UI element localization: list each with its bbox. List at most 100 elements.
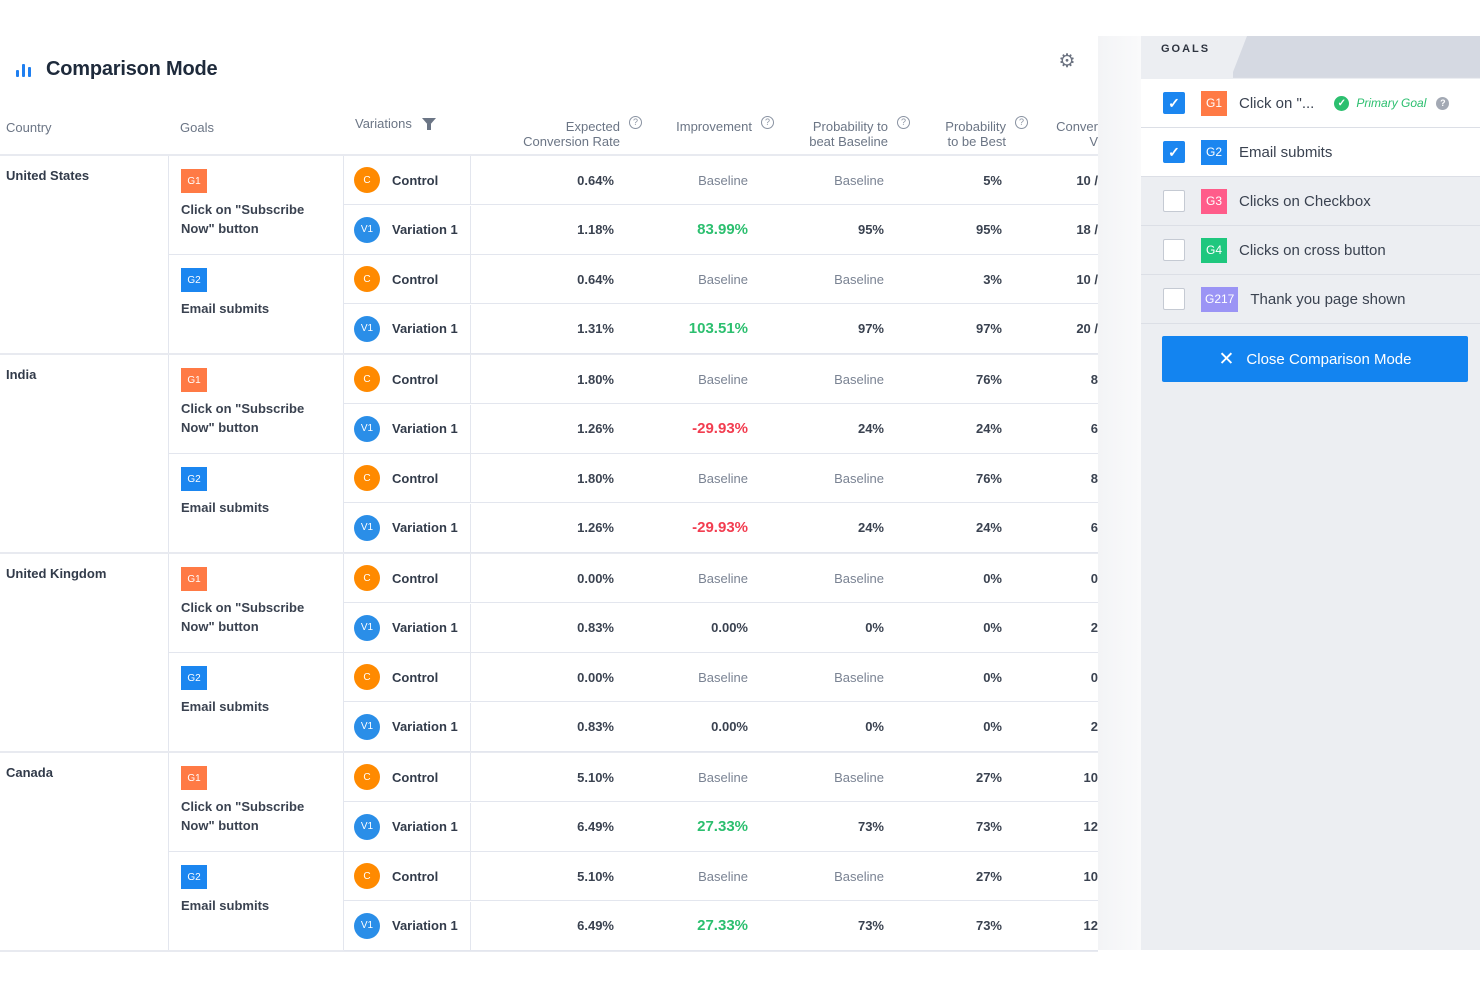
panel-goal-item[interactable]: G3 Clicks on Checkbox	[1141, 177, 1480, 226]
table-row[interactable]: C Control 1.80% Baseline Baseline 76% 8	[344, 355, 1098, 404]
table-row[interactable]: V1 Variation 1 1.26% -29.93% 24% 24% 6	[344, 404, 1098, 454]
improvement-value: 0.00%	[711, 620, 748, 635]
variation-badge: V1	[354, 315, 380, 342]
variation-name: Variation 1	[392, 222, 458, 237]
improvement-value: -29.93%	[692, 420, 748, 437]
column-header-prob-best: Probability to be Best ?	[910, 100, 1028, 154]
control-badge: C	[354, 366, 380, 392]
expected-conversion-rate: 1.80%	[577, 371, 614, 387]
filter-icon[interactable]	[421, 118, 436, 130]
control-badge: C	[354, 465, 380, 491]
help-icon[interactable]: ?	[761, 116, 774, 129]
prob-beat-baseline: 73%	[857, 918, 884, 933]
goal-name: Click on "Subscribe Now" button	[181, 202, 305, 236]
close-comparison-mode-button[interactable]: ✕ Close Comparison Mode	[1162, 336, 1468, 382]
variation-cell: C Control	[344, 454, 471, 502]
goal-badge: G1	[1201, 90, 1227, 116]
goal-badge: G1	[181, 567, 207, 591]
country-name: Canada	[6, 765, 53, 780]
prob-beat-baseline: Baseline	[834, 570, 884, 586]
prob-best: 27%	[975, 868, 1002, 884]
prob-best: 76%	[975, 371, 1002, 387]
gear-icon[interactable]: ⚙	[1057, 52, 1077, 72]
prob-beat-baseline: 24%	[857, 520, 884, 535]
help-icon[interactable]: ?	[897, 116, 910, 129]
expected-conversion-rate: 0.83%	[577, 620, 614, 635]
expected-conversion-rate: 0.64%	[577, 271, 614, 287]
table-row[interactable]: V1 Variation 1 6.49% 27.33% 73% 73% 12	[344, 901, 1098, 951]
panel-goal-item[interactable]: ✓ G1 Click on "... ✓ Primary Goal ?	[1141, 79, 1480, 128]
column-header-variations: Variations	[355, 96, 475, 150]
comparison-main: Comparison Mode ⚙ Country Goals Variatio…	[0, 0, 1098, 987]
column-header-improvement: Improvement ?	[640, 100, 774, 154]
goal-checkbox[interactable]	[1163, 239, 1185, 261]
goal-name: Click on "Subscribe Now" button	[181, 401, 305, 435]
variation-cell: V1 Variation 1	[344, 404, 471, 453]
table-row[interactable]: C Control 5.10% Baseline Baseline 27% 10	[344, 753, 1098, 802]
goal-name: Clicks on Checkbox	[1239, 192, 1371, 210]
tab-goals[interactable]: GOALS	[1141, 36, 1247, 78]
goal-checkbox[interactable]: ✓	[1163, 92, 1185, 114]
prob-best: 0%	[983, 719, 1002, 734]
expected-conversion-rate: 1.31%	[577, 321, 614, 336]
conversions-value: 6	[1090, 520, 1098, 535]
table-row[interactable]: V1 Variation 1 1.26% -29.93% 24% 24% 6	[344, 503, 1098, 553]
prob-beat-baseline: 73%	[857, 819, 884, 834]
table-row[interactable]: C Control 1.80% Baseline Baseline 76% 8	[344, 454, 1098, 503]
table-row[interactable]: V1 Variation 1 1.31% 103.51% 97% 97% 20 …	[344, 304, 1098, 354]
goal-cell: G1 Click on "Subscribe Now" button	[169, 753, 343, 852]
prob-beat-baseline: Baseline	[834, 371, 884, 387]
conversions-value: 6	[1090, 421, 1098, 436]
goal-name: Email submits	[181, 699, 270, 714]
prob-beat-baseline: 24%	[857, 421, 884, 436]
variation-cell: V1 Variation 1	[344, 901, 471, 950]
variation-name: Control	[392, 172, 439, 188]
table-row[interactable]: C Control 5.10% Baseline Baseline 27% 10	[344, 852, 1098, 901]
variation-cell: C Control	[344, 852, 471, 900]
variation-badge: V1	[354, 614, 380, 641]
conversions-value: 12	[1083, 918, 1098, 933]
goal-checkbox[interactable]	[1163, 190, 1185, 212]
panel-goal-item[interactable]: G217 Thank you page shown	[1141, 275, 1480, 324]
country-group: Canada C Control 5.10% Baseline Baseline…	[0, 753, 1098, 952]
goal-badge: G4	[1201, 237, 1227, 263]
help-icon[interactable]: ?	[1436, 96, 1450, 110]
goal-cell: G1 Click on "Subscribe Now" button	[169, 355, 343, 454]
expected-conversion-rate: 0.00%	[577, 669, 614, 685]
goal-checkbox[interactable]: ✓	[1163, 141, 1185, 163]
expected-conversion-rate: 1.80%	[577, 470, 614, 486]
table-row[interactable]: V1 Variation 1 1.18% 83.99% 95% 95% 18 /	[344, 205, 1098, 255]
expected-conversion-rate: 5.10%	[577, 769, 614, 785]
column-header-goals: Goals	[180, 119, 214, 135]
table-row[interactable]: C Control 0.00% Baseline Baseline 0% 0	[344, 653, 1098, 702]
goal-badge: G2	[181, 666, 207, 690]
conversions-value: 0	[1090, 570, 1098, 586]
variation-cell: V1 Variation 1	[344, 503, 471, 552]
variation-cell: C Control	[344, 156, 471, 204]
variation-name: Variation 1	[392, 421, 458, 436]
improvement-value: 0.00%	[711, 719, 748, 734]
column-header-country: Country	[6, 119, 52, 135]
expected-conversion-rate: 0.64%	[577, 172, 614, 188]
improvement-value: Baseline	[698, 172, 748, 188]
panel-goal-item[interactable]: ✓ G2 Email submits	[1141, 128, 1480, 177]
control-badge: C	[354, 664, 380, 690]
variation-cell: C Control	[344, 554, 471, 602]
goal-cell: G1 Click on "Subscribe Now" button	[169, 156, 343, 255]
panel-goal-item[interactable]: G4 Clicks on cross button	[1141, 226, 1480, 275]
table-row[interactable]: V1 Variation 1 0.83% 0.00% 0% 0% 2	[344, 702, 1098, 752]
variation-name: Control	[392, 470, 439, 486]
table-row[interactable]: C Control 0.64% Baseline Baseline 3% 10 …	[344, 255, 1098, 304]
goals-column: G1 Click on "Subscribe Now" button G2 Email…	[168, 156, 344, 353]
goal-checkbox[interactable]	[1163, 288, 1185, 310]
table-row[interactable]: C Control 0.64% Baseline Baseline 5% 10 …	[344, 156, 1098, 205]
variation-name: Control	[392, 570, 439, 586]
goal-badge: G1	[181, 169, 207, 193]
help-icon[interactable]: ?	[1015, 116, 1028, 129]
conversions-value: 2	[1090, 719, 1098, 734]
prob-beat-baseline: Baseline	[834, 769, 884, 785]
table-row[interactable]: V1 Variation 1 6.49% 27.33% 73% 73% 12	[344, 802, 1098, 852]
table-row[interactable]: V1 Variation 1 0.83% 0.00% 0% 0% 2	[344, 603, 1098, 653]
conversions-value: 10	[1083, 868, 1098, 884]
table-row[interactable]: C Control 0.00% Baseline Baseline 0% 0	[344, 554, 1098, 603]
